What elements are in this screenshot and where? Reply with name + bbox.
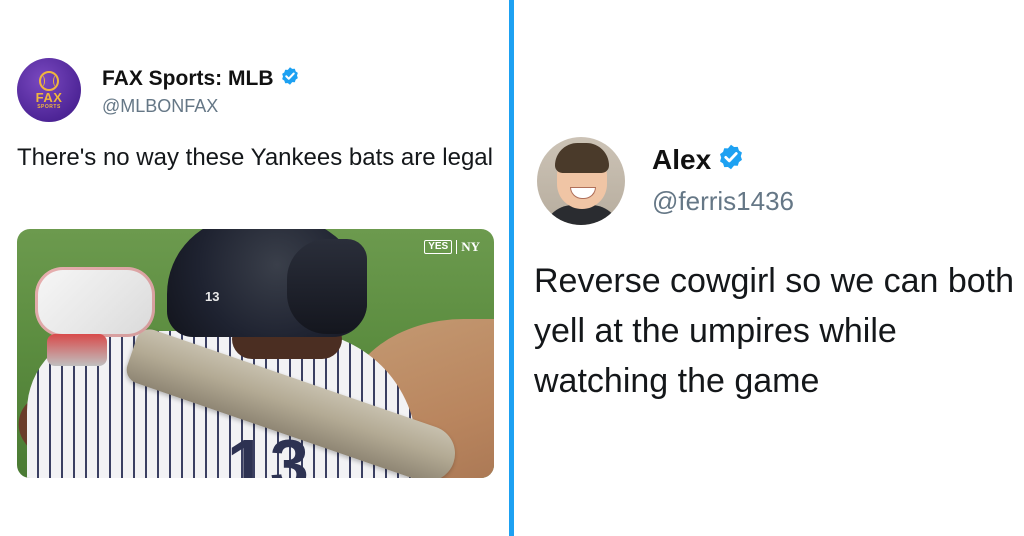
baseball-icon	[39, 70, 59, 91]
broadcaster-logo: YES NY	[424, 239, 480, 255]
avatar-brand-sub: SPORTS	[37, 103, 61, 110]
name-row: Alex	[652, 143, 745, 176]
yankees-logo-icon: NY	[461, 239, 480, 254]
tweet-text: Reverse cowgirl so we can both yell at t…	[534, 262, 1015, 400]
handle[interactable]: @MLBONFAX	[102, 96, 218, 117]
tweet-left: FAX SPORTS FAX Sports: MLB @MLBONFAX The…	[0, 0, 509, 536]
batting-glove	[35, 267, 155, 337]
avatar-hair	[555, 143, 609, 173]
avatar-brand: FAX	[35, 89, 63, 105]
jersey-number: 13	[227, 425, 313, 478]
logo-separator	[456, 240, 458, 254]
glove-strap	[47, 334, 107, 366]
handle[interactable]: @ferris1436	[652, 186, 794, 217]
yes-badge: YES	[424, 240, 453, 254]
name-row: FAX Sports: MLB	[102, 66, 300, 91]
helmet-earflap	[287, 239, 367, 334]
avatar[interactable]: FAX SPORTS	[17, 58, 81, 122]
tweet-media-image[interactable]: 13 13 YES NY	[17, 229, 494, 478]
verified-badge-icon	[717, 143, 745, 176]
tweet-text: There's no way these Yankees bats are le…	[17, 144, 493, 171]
verified-badge-icon	[280, 66, 300, 91]
display-name[interactable]: FAX Sports: MLB	[102, 67, 274, 91]
avatar[interactable]	[537, 137, 625, 225]
display-name[interactable]: Alex	[652, 144, 711, 176]
tweet-right: Alex @ferris1436 Reverse cowgirl so we c…	[514, 0, 1024, 536]
helmet-number: 13	[205, 289, 220, 304]
